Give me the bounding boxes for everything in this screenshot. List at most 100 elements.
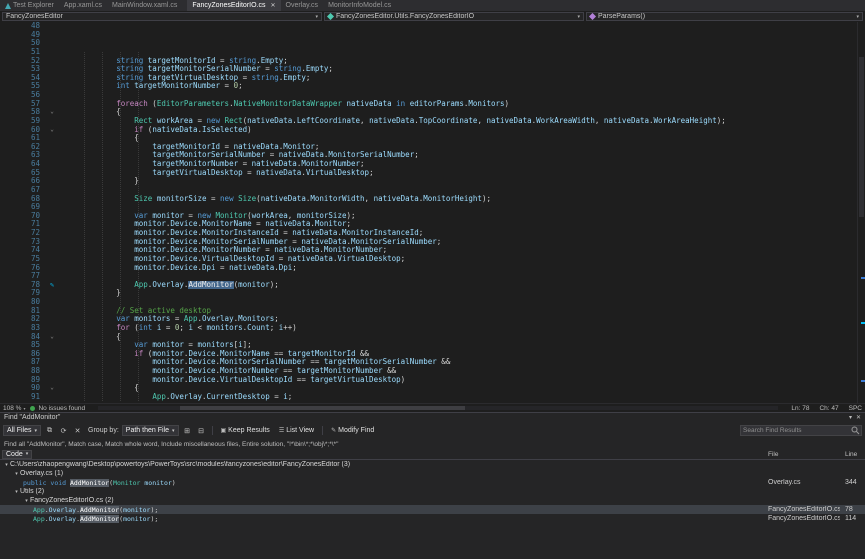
project-dropdown[interactable]: FancyZonesEditor ▾ bbox=[2, 12, 322, 21]
code-line[interactable]: 57 foreach (EditorParameters.NativeMonit… bbox=[0, 100, 857, 109]
code-line[interactable]: 87 monitor.Device.MonitorSerialNumber ==… bbox=[0, 358, 857, 367]
code-line[interactable]: 61 { bbox=[0, 134, 857, 143]
result-row[interactable]: ▾FancyZonesEditorIO.cs (2) bbox=[0, 496, 865, 505]
code-line[interactable]: 67 bbox=[0, 186, 857, 195]
vertical-scrollbar[interactable] bbox=[857, 22, 865, 403]
type-dropdown[interactable]: FancyZonesEditor.Utils.FancyZonesEditorI… bbox=[324, 12, 584, 21]
result-row[interactable]: public void AddMonitor(Monitor monitor)O… bbox=[0, 478, 865, 487]
result-row[interactable]: App.Overlay.AddMonitor(monitor);FancyZon… bbox=[0, 505, 865, 514]
code-line[interactable]: 68 Size monitorSize = new Size(nativeDat… bbox=[0, 195, 857, 204]
scrollbar-thumb[interactable] bbox=[180, 406, 466, 410]
fold-chevron-icon[interactable]: ⌄ bbox=[42, 108, 62, 117]
code-line[interactable]: 69 bbox=[0, 203, 857, 212]
code-line[interactable]: 63 targetMonitorSerialNumber = nativeDat… bbox=[0, 151, 857, 160]
result-row[interactable]: ▾Utils (2) bbox=[0, 487, 865, 496]
scrollbar-thumb[interactable] bbox=[859, 57, 864, 217]
group-by-dropdown[interactable]: Path then File ▾ bbox=[122, 425, 179, 436]
code-line[interactable]: 51 bbox=[0, 48, 857, 57]
code-line[interactable]: 65 targetVirtualDesktop = nativeData.Vir… bbox=[0, 169, 857, 178]
spaces-indicator[interactable]: SPC bbox=[849, 405, 862, 412]
code-line[interactable]: 49 bbox=[0, 31, 857, 40]
code-line[interactable]: 84⌄ { bbox=[0, 333, 857, 342]
code-line[interactable]: 66 } bbox=[0, 177, 857, 186]
code-line[interactable]: 58⌄ { bbox=[0, 108, 857, 117]
code-token: targetMonitorId bbox=[288, 350, 356, 358]
tab-monitorinfomodel-cs[interactable]: MonitorInfoModel.cs bbox=[323, 0, 396, 11]
code-line[interactable]: 48 bbox=[0, 22, 857, 31]
code-line[interactable]: 90⌄ { bbox=[0, 384, 857, 393]
code-line[interactable]: 75 monitor.Device.VirtualDesktopId = nat… bbox=[0, 255, 857, 264]
find-panel-header[interactable]: Find "AddMonitor" ▾ ✕ bbox=[0, 412, 865, 422]
code-line[interactable]: 78✎ App.Overlay.AddMonitor(monitor); bbox=[0, 281, 857, 290]
search-find-results-box[interactable] bbox=[740, 425, 862, 436]
code-line[interactable]: 74 monitor.Device.MonitorNumber = native… bbox=[0, 246, 857, 255]
code-line[interactable]: 83 for (int i = 0; i < monitors.Count; i… bbox=[0, 324, 857, 333]
horizontal-scrollbar[interactable] bbox=[98, 406, 778, 410]
code-line[interactable]: 80 bbox=[0, 298, 857, 307]
code-line[interactable]: 53 string targetMonitorSerialNumber = st… bbox=[0, 65, 857, 74]
code-line[interactable]: 50 bbox=[0, 39, 857, 48]
code-line[interactable]: 60⌄ if (nativeData.IsSelected) bbox=[0, 126, 857, 135]
clear-icon[interactable]: ✕ bbox=[72, 425, 83, 436]
expander-icon[interactable]: ▾ bbox=[3, 462, 10, 468]
fold-chevron-icon[interactable]: ⌄ bbox=[42, 126, 62, 135]
code-line[interactable]: 55 int targetMonitorNumber = 0; bbox=[0, 82, 857, 91]
fold-chevron-icon[interactable]: ⌄ bbox=[42, 333, 62, 342]
edit-marker-icon[interactable]: ✎ bbox=[42, 281, 62, 290]
result-row[interactable]: ▾Overlay.cs (1) bbox=[0, 469, 865, 478]
expand-all-icon[interactable]: ⊞ bbox=[182, 425, 193, 436]
tab-app-xaml-cs[interactable]: App.xaml.cs bbox=[59, 0, 107, 11]
code-line[interactable]: 71 monitor.Device.MonitorName = nativeDa… bbox=[0, 220, 857, 229]
tab-test-explorer[interactable]: Test Explorer bbox=[0, 0, 59, 11]
code-line[interactable]: 85 var monitor = monitors[i]; bbox=[0, 341, 857, 350]
fold-chevron-icon[interactable]: ⌄ bbox=[42, 384, 62, 393]
member-dropdown[interactable]: ParseParams() ▾ bbox=[586, 12, 863, 21]
code-line[interactable]: 89 monitor.Device.VirtualDesktopId == ta… bbox=[0, 376, 857, 385]
code-line[interactable]: 56 bbox=[0, 91, 857, 100]
column-header-line[interactable]: Line bbox=[845, 451, 857, 458]
code-line[interactable]: 86 if (monitor.Device.MonitorName == tar… bbox=[0, 350, 857, 359]
code-line[interactable]: 72 monitor.Device.MonitorInstanceId = na… bbox=[0, 229, 857, 238]
code-line[interactable]: 79 } bbox=[0, 289, 857, 298]
code-line[interactable]: 54 string targetVirtualDesktop = string.… bbox=[0, 74, 857, 83]
code-line[interactable]: 59 Rect workArea = new Rect(nativeData.L… bbox=[0, 117, 857, 126]
code-line[interactable]: 77 bbox=[0, 272, 857, 281]
expander-icon[interactable]: ▾ bbox=[13, 489, 20, 495]
chevron-down-icon[interactable]: ▾ bbox=[849, 414, 852, 421]
code-line[interactable]: 88 monitor.Device.MonitorNumber == targe… bbox=[0, 367, 857, 376]
scope-dropdown[interactable]: All Files ▾ bbox=[3, 425, 41, 436]
code-line[interactable]: 73 monitor.Device.MonitorSerialNumber = … bbox=[0, 238, 857, 247]
code-line[interactable]: 64 targetMonitorNumber = nativeData.Moni… bbox=[0, 160, 857, 169]
column-header-file[interactable]: File bbox=[768, 451, 778, 458]
document-health-indicator[interactable]: No issues found bbox=[30, 405, 85, 412]
code-line[interactable]: 62 targetMonitorId = nativeData.Monitor; bbox=[0, 143, 857, 152]
zoom-control[interactable]: 108 % ▾ bbox=[3, 405, 25, 412]
tab-mainwindow-xaml-cs[interactable]: MainWindow.xaml.cs bbox=[107, 0, 182, 11]
result-row[interactable]: App.Overlay.AddMonitor(monitor);FancyZon… bbox=[0, 514, 865, 523]
code-line[interactable]: 52 string targetMonitorId = string.Empty… bbox=[0, 57, 857, 66]
code-token: monitorSize bbox=[157, 195, 207, 203]
close-icon[interactable]: ✕ bbox=[270, 2, 275, 9]
column-indicator: Ch: 47 bbox=[819, 405, 838, 412]
result-row[interactable]: ▾C:\Users\zhaopengwang\Desktop\powertoys… bbox=[0, 460, 865, 469]
code-line[interactable]: 91 App.Overlay.CurrentDesktop = i; bbox=[0, 393, 857, 402]
code-line[interactable]: 70 var monitor = new Monitor(workArea, m… bbox=[0, 212, 857, 221]
code-line[interactable]: 82 var monitors = App.Overlay.Monitors; bbox=[0, 315, 857, 324]
collapse-all-icon[interactable]: ⊟ bbox=[196, 425, 207, 436]
modify-find-button[interactable]: ✎ Modify Find bbox=[328, 425, 377, 436]
expander-icon[interactable]: ▾ bbox=[23, 498, 30, 504]
code-line[interactable]: 76 monitor.Device.Dpi = nativeData.Dpi; bbox=[0, 264, 857, 273]
keep-results-button[interactable]: ▣ Keep Results bbox=[218, 425, 273, 436]
code-editor[interactable]: 4849505152 string targetMonitorId = stri… bbox=[0, 22, 857, 403]
close-icon[interactable]: ✕ bbox=[856, 414, 861, 421]
tab-fancyzoneseditorio-cs[interactable]: FancyZonesEditorIO.cs✕ bbox=[187, 0, 280, 11]
search-input[interactable] bbox=[741, 427, 851, 434]
code-text: targetVirtualDesktop = nativeData.Virtua… bbox=[62, 169, 857, 178]
code-line[interactable]: 81 // Set active desktop bbox=[0, 307, 857, 316]
expander-icon[interactable]: ▾ bbox=[13, 471, 20, 477]
view-mode-dropdown[interactable]: Code ▾ bbox=[2, 450, 32, 459]
list-view-button[interactable]: ☰ List View bbox=[276, 425, 317, 436]
tab-overlay-cs[interactable]: Overlay.cs bbox=[281, 0, 324, 11]
refresh-icon[interactable]: ⟳ bbox=[58, 425, 69, 436]
copy-icon[interactable]: ⧉ bbox=[44, 425, 55, 436]
